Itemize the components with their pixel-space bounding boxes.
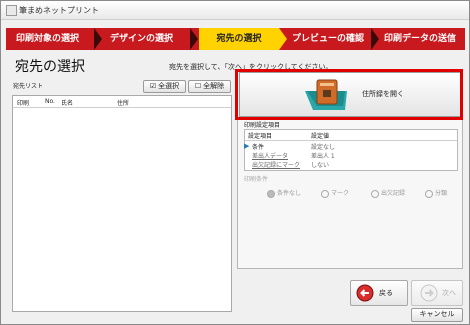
- deselect-all-button[interactable]: ☐ 全解除: [188, 80, 231, 93]
- step-2: デザインの選択: [110, 34, 174, 44]
- step-arrow-icon: [279, 28, 287, 50]
- settings-row[interactable]: ▶ 条件 設定なし: [244, 142, 457, 151]
- window-title: 筆まめネットプリント: [19, 6, 99, 15]
- address-list[interactable]: 印刷 No. 氏名 住所: [12, 95, 232, 312]
- print-conditions-title: 印刷条件: [244, 176, 269, 183]
- app-window: 筆まめネットプリント 印刷対象の選択 デザインの選択 宛先の選択 プレビューの確…: [0, 0, 470, 325]
- radio-category[interactable]: 分類: [425, 188, 447, 198]
- app-icon: [6, 5, 17, 16]
- settings-item: 条件: [252, 144, 265, 151]
- settings-row[interactable]: 出欠記録にマーク しない: [245, 160, 457, 169]
- settings-divider: [245, 140, 457, 141]
- next-label: 次へ: [442, 289, 456, 297]
- back-arrow-icon: [356, 284, 374, 302]
- select-all-button[interactable]: ☑ 全選択: [143, 80, 186, 93]
- step-arrow-icon: [371, 28, 379, 50]
- settings-col-value: 設定値: [311, 133, 330, 140]
- radio-label: マーク: [331, 190, 350, 197]
- step-3-active: 宛先の選択: [199, 28, 279, 50]
- column-no[interactable]: No.: [45, 98, 55, 105]
- settings-item: 差出人データ: [252, 153, 289, 160]
- cancel-button[interactable]: キャンセル: [411, 308, 463, 322]
- step-arrow-icon: [94, 28, 102, 50]
- radio-attendance[interactable]: 出欠記録: [371, 188, 405, 198]
- radio-empty-icon: [321, 189, 329, 198]
- radio-selected-icon: [267, 189, 275, 198]
- select-all-label: 全選択: [158, 82, 180, 90]
- settings-item: 出欠記録にマーク: [252, 162, 301, 169]
- title-bar: 筆まめネットプリント: [1, 1, 469, 20]
- address-list-header: 印刷 No. 氏名 住所: [13, 96, 231, 108]
- settings-value: 差出人 1: [311, 153, 335, 160]
- address-list-label: 宛先リスト: [13, 83, 44, 90]
- settings-col-item: 設定項目: [248, 133, 273, 140]
- radio-mark[interactable]: マーク: [321, 188, 349, 198]
- settings-value: しない: [311, 162, 330, 169]
- page-title: 宛先の選択: [15, 59, 85, 75]
- settings-header: 設定項目 設定値: [245, 131, 457, 140]
- checkbox-empty-icon: ☐: [194, 82, 202, 90]
- radio-no-condition[interactable]: 条件なし: [267, 188, 301, 198]
- radio-empty-icon: [425, 189, 433, 198]
- column-name[interactable]: 氏名: [61, 98, 73, 107]
- step-arrow-icon: [190, 28, 198, 50]
- print-settings-title: 印刷設定項目: [244, 122, 281, 129]
- highlight-box: [235, 69, 463, 120]
- back-label: 戻る: [379, 289, 393, 297]
- settings-value: 設定なし: [311, 144, 336, 151]
- step-1: 印刷対象の選択: [16, 34, 80, 44]
- step-4: プレビューの確認: [292, 34, 365, 44]
- step-5: 印刷データの送信: [384, 34, 457, 44]
- column-address[interactable]: 住所: [117, 98, 129, 107]
- settings-row[interactable]: 差出人データ 差出人 1: [245, 151, 457, 160]
- radio-label: 分類: [435, 190, 448, 197]
- wizard-steps: 印刷対象の選択 デザインの選択 宛先の選択 プレビューの確認 印刷データの送信: [6, 28, 465, 50]
- back-button[interactable]: 戻る: [350, 280, 408, 306]
- column-print[interactable]: 印刷: [17, 98, 29, 107]
- next-button[interactable]: 次へ: [411, 280, 463, 306]
- radio-label: 条件なし: [277, 190, 302, 197]
- row-pointer-icon: ▶: [244, 142, 250, 150]
- checkbox-checked-icon: ☑: [149, 82, 157, 90]
- radio-label: 出欠記録: [381, 190, 406, 197]
- deselect-all-label: 全解除: [203, 82, 225, 90]
- next-arrow-icon: [420, 284, 438, 302]
- radio-empty-icon: [371, 189, 379, 198]
- print-settings-table: 設定項目 設定値 ▶ 条件 設定なし 差出人データ 差出人 1 出欠記録にマーク…: [244, 129, 458, 171]
